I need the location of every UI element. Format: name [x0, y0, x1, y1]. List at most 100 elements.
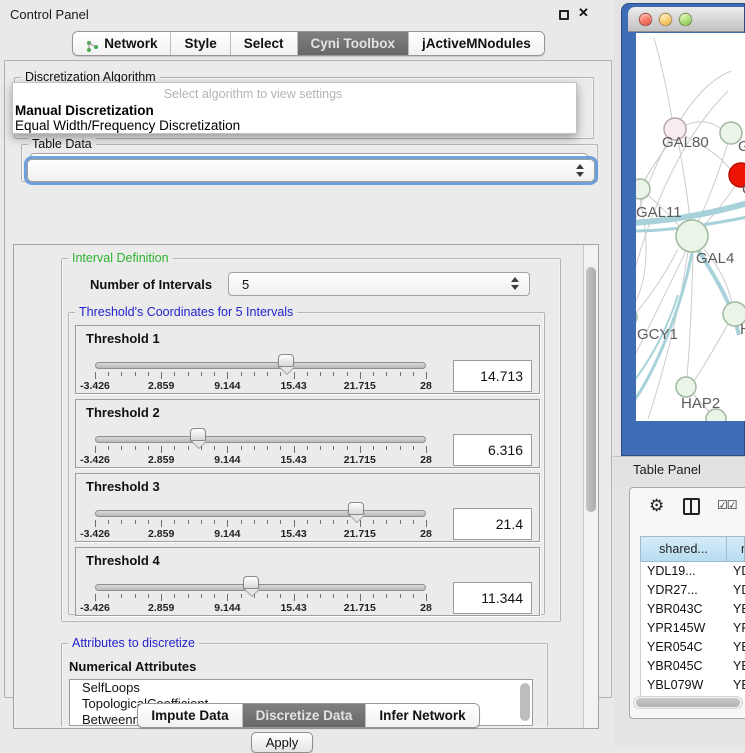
cell-name: YBR0	[728, 657, 745, 676]
slider-thumb[interactable]	[278, 354, 294, 367]
network-node-gal11[interactable]	[636, 179, 650, 199]
panel-title: Control Panel	[10, 7, 89, 22]
slider-ticks	[95, 446, 426, 453]
select-columns-icon[interactable]: ☑☑	[717, 498, 737, 512]
tab-style-label: Style	[184, 32, 216, 55]
number-of-intervals-value: 5	[242, 273, 249, 297]
column-header-name[interactable]: n	[727, 536, 745, 562]
gear-icon[interactable]: ⚙	[649, 496, 664, 516]
table-row[interactable]: YDL19...YDL1	[641, 562, 745, 581]
slider-track[interactable]	[95, 510, 426, 517]
tab-cyni-toolbox-label: Cyni Toolbox	[311, 32, 396, 55]
slider-track[interactable]	[95, 362, 426, 369]
tick-label: -3.426	[80, 380, 110, 392]
network-node-gcy1[interactable]	[636, 308, 637, 326]
tab-infer-network[interactable]: Infer Network	[366, 704, 478, 727]
combo-arrows-icon	[511, 277, 520, 290]
tick-label: -3.426	[80, 528, 110, 540]
table-row[interactable]: YER054CYER0	[641, 638, 745, 657]
network-view-window: GAL80GCGAL11GAL4GCY1HHAP2	[621, 3, 745, 456]
tab-impute-data[interactable]: Impute Data	[138, 704, 242, 727]
tab-jactivemnodules[interactable]: jActiveMNodules	[409, 32, 544, 55]
cell-shared-name: YBL079W	[641, 676, 728, 695]
cell-name: YDR2	[728, 581, 745, 600]
zoom-traffic-light[interactable]	[679, 13, 692, 26]
table-row[interactable]: YBL079WYBL0	[641, 676, 745, 695]
table-panel-title: Table Panel	[633, 462, 701, 477]
tab-infer-network-label: Infer Network	[379, 704, 465, 727]
settings-scrollpane: Interval Definition Number of Intervals …	[13, 244, 599, 729]
node-label-hap2: HAP2	[681, 395, 720, 412]
tick-label: 2.859	[148, 602, 174, 614]
tab-style[interactable]: Style	[171, 32, 230, 55]
tick-label: 28	[420, 380, 432, 392]
slider-tick-labels: -3.4262.8599.14415.4321.71528	[95, 528, 426, 540]
interval-definition-group: Interval Definition Number of Intervals …	[61, 258, 561, 622]
network-node-hap2[interactable]	[676, 377, 696, 397]
scrollbar-thumb[interactable]	[586, 267, 596, 512]
algorithm-dropdown-popup: Select algorithm to view settings Manual…	[12, 82, 577, 134]
interval-definition-label: Interval Definition	[68, 251, 173, 265]
node-label-h: H	[740, 321, 745, 338]
number-of-intervals-label: Number of Intervals	[90, 277, 212, 292]
split-columns-icon[interactable]	[683, 498, 700, 515]
minimize-traffic-light[interactable]	[659, 13, 672, 26]
cell-shared-name: YPR145W	[641, 619, 728, 638]
tick-label: 21.715	[344, 380, 376, 392]
network-window-titlebar[interactable]	[628, 7, 744, 32]
threshold-value-field[interactable]: 6.316	[453, 434, 532, 466]
tick-label: 28	[420, 528, 432, 540]
attribute-list-item[interactable]: SelfLoops	[70, 680, 532, 696]
slider-tick-labels: -3.4262.8599.14415.4321.71528	[95, 380, 426, 392]
cell-shared-name: YBR045C	[641, 657, 728, 676]
threshold-value-field[interactable]: 21.4	[453, 508, 532, 540]
threshold-slider: -3.4262.8599.14415.4321.71528	[95, 326, 426, 395]
vertical-scrollbar[interactable]	[583, 245, 598, 728]
slider-ticks	[95, 372, 426, 379]
network-node-gal4[interactable]	[676, 220, 708, 252]
tab-network-label: Network	[104, 32, 157, 55]
cyni-mode-tabs: Impute DataDiscretize Data Infer Network	[137, 703, 479, 728]
tick-label: 21.715	[344, 602, 376, 614]
table-row[interactable]: YBR045CYBR0	[641, 657, 745, 676]
tick-label: 15.43	[280, 454, 306, 466]
slider-track[interactable]	[95, 584, 426, 591]
table-toolbar: ⚙ ☑☑	[630, 494, 745, 524]
apply-button[interactable]: Apply	[251, 732, 313, 753]
table-header: shared... n	[640, 536, 745, 562]
float-window-icon[interactable]	[559, 10, 569, 20]
dropdown-option-manual[interactable]: Manual Discretization	[13, 103, 576, 118]
slider-thumb[interactable]	[348, 502, 364, 515]
slider-track[interactable]	[95, 436, 426, 443]
node-label-gal11: GAL11	[636, 204, 682, 221]
close-traffic-light[interactable]	[639, 13, 652, 26]
numerical-attributes-label: Numerical Attributes	[69, 659, 196, 674]
cell-shared-name: YBR043C	[641, 600, 728, 619]
threshold-value-field[interactable]: 14.713	[453, 360, 532, 392]
table-row[interactable]: YBR043CYBR0	[641, 600, 745, 619]
threshold-value-field[interactable]: 11.344	[453, 582, 532, 614]
algorithm-combobox[interactable]	[27, 159, 595, 182]
scrollbar-thumb[interactable]	[636, 698, 740, 707]
slider-thumb[interactable]	[190, 428, 206, 441]
tab-cyni-toolbox[interactable]: Cyni Toolbox	[298, 32, 410, 55]
tab-discretize-data[interactable]: Discretize Data	[243, 704, 367, 727]
column-header-shared-name[interactable]: shared...	[640, 536, 727, 562]
table-row[interactable]: YPR145WYPR1	[641, 619, 745, 638]
dropdown-option-equal-width[interactable]: Equal Width/Frequency Discretization	[13, 118, 576, 133]
slider-thumb[interactable]	[243, 576, 259, 589]
node-label-gcy1: GCY1	[637, 326, 678, 343]
cell-shared-name: YDR27...	[641, 581, 728, 600]
horizontal-scrollbar[interactable]	[633, 696, 743, 709]
thresholds-group: Threshold's Coordinates for 5 Intervals …	[68, 312, 545, 615]
cell-name: YDL1	[728, 562, 745, 581]
tab-network[interactable]: Network	[73, 32, 171, 55]
tick-label: 2.859	[148, 528, 174, 540]
network-canvas[interactable]: GAL80GCGAL11GAL4GCY1HHAP2	[636, 33, 745, 421]
number-of-intervals-combobox[interactable]: 5	[228, 272, 530, 296]
tab-select[interactable]: Select	[231, 32, 298, 55]
close-icon[interactable]: ✕	[578, 5, 589, 21]
attributes-group-label: Attributes to discretize	[68, 636, 199, 650]
table-row[interactable]: YDR27...YDR2	[641, 581, 745, 600]
tick-label: 15.43	[280, 380, 306, 392]
